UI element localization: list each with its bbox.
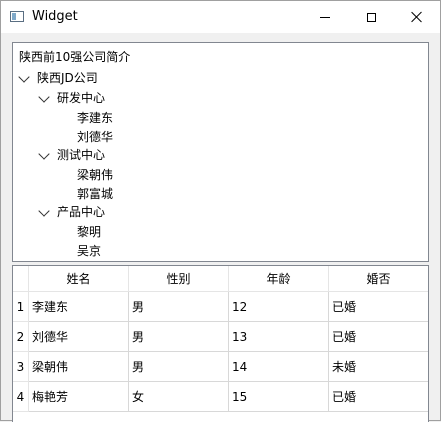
- window-title: Widget: [32, 9, 78, 24]
- chevron-down-icon[interactable]: [38, 205, 50, 217]
- column-header-age[interactable]: 年龄: [229, 266, 329, 292]
- employee-table[interactable]: 姓名 性别 年龄 婚否 1 2 3 4 李建东 男 12 已婚 刘德华 男 13…: [12, 265, 429, 422]
- close-button[interactable]: [394, 1, 440, 33]
- table-cell[interactable]: 男: [129, 352, 229, 382]
- app-window-icon: [10, 11, 24, 22]
- tree-item-member[interactable]: 刘德华: [77, 127, 113, 147]
- tree-item-member[interactable]: 郭富城: [77, 184, 113, 204]
- maximize-icon: [366, 12, 376, 22]
- chevron-down-icon[interactable]: [38, 148, 50, 160]
- table-cell[interactable]: 李建东: [29, 292, 129, 322]
- column-header-name[interactable]: 姓名: [29, 266, 129, 292]
- maximize-button[interactable]: [348, 1, 394, 33]
- row-header[interactable]: 2: [13, 322, 29, 352]
- table-cell[interactable]: 13: [229, 322, 329, 352]
- tree-item-dept-rd[interactable]: 研发中心: [57, 88, 105, 108]
- tree-item-dept-test[interactable]: 测试中心: [57, 145, 105, 165]
- table-cell[interactable]: 已婚: [329, 322, 428, 352]
- tree-item-member[interactable]: 梁朝伟: [77, 165, 113, 185]
- table-cell[interactable]: 14: [229, 352, 329, 382]
- close-icon: [411, 11, 423, 23]
- tree-item-member[interactable]: 黎明: [77, 222, 101, 242]
- chevron-down-icon[interactable]: [18, 71, 30, 83]
- row-header[interactable]: 4: [13, 382, 29, 412]
- table-corner-button[interactable]: [13, 266, 29, 292]
- tree-header: 陕西前10强公司简介: [19, 50, 131, 64]
- tree-item-member[interactable]: 李建东: [77, 108, 113, 128]
- table-cell[interactable]: 未婚: [329, 352, 428, 382]
- tree-item-root[interactable]: 陕西JD公司: [37, 68, 98, 88]
- company-tree[interactable]: 陕西前10强公司简介 陕西JD公司 研发中心 李建东 刘德华 测试中心 梁朝伟 …: [12, 42, 429, 262]
- row-header[interactable]: 1: [13, 292, 29, 322]
- column-header-married[interactable]: 婚否: [329, 266, 428, 292]
- table-cell[interactable]: 梁朝伟: [29, 352, 129, 382]
- table-cell[interactable]: 已婚: [329, 382, 428, 412]
- minimize-icon: [320, 16, 330, 18]
- table-cell[interactable]: 梅艳芳: [29, 382, 129, 412]
- tree-item-dept-product[interactable]: 产品中心: [57, 202, 105, 222]
- column-header-gender[interactable]: 性别: [129, 266, 229, 292]
- table-cell[interactable]: 女: [129, 382, 229, 412]
- title-bar[interactable]: Widget: [1, 1, 440, 33]
- row-header[interactable]: 3: [13, 352, 29, 382]
- table-cell[interactable]: 已婚: [329, 292, 428, 322]
- tree-item-member[interactable]: 吴京: [77, 241, 101, 261]
- main-window: Widget 陕西前10强公司简介 陕西JD公司 研发中心 李建东 刘德华 测试…: [0, 0, 441, 422]
- minimize-button[interactable]: [302, 1, 348, 33]
- table-cell[interactable]: 男: [129, 292, 229, 322]
- chevron-down-icon[interactable]: [38, 91, 50, 103]
- table-cell[interactable]: 12: [229, 292, 329, 322]
- table-cell[interactable]: 刘德华: [29, 322, 129, 352]
- table-cell[interactable]: 15: [229, 382, 329, 412]
- table-cell[interactable]: 男: [129, 322, 229, 352]
